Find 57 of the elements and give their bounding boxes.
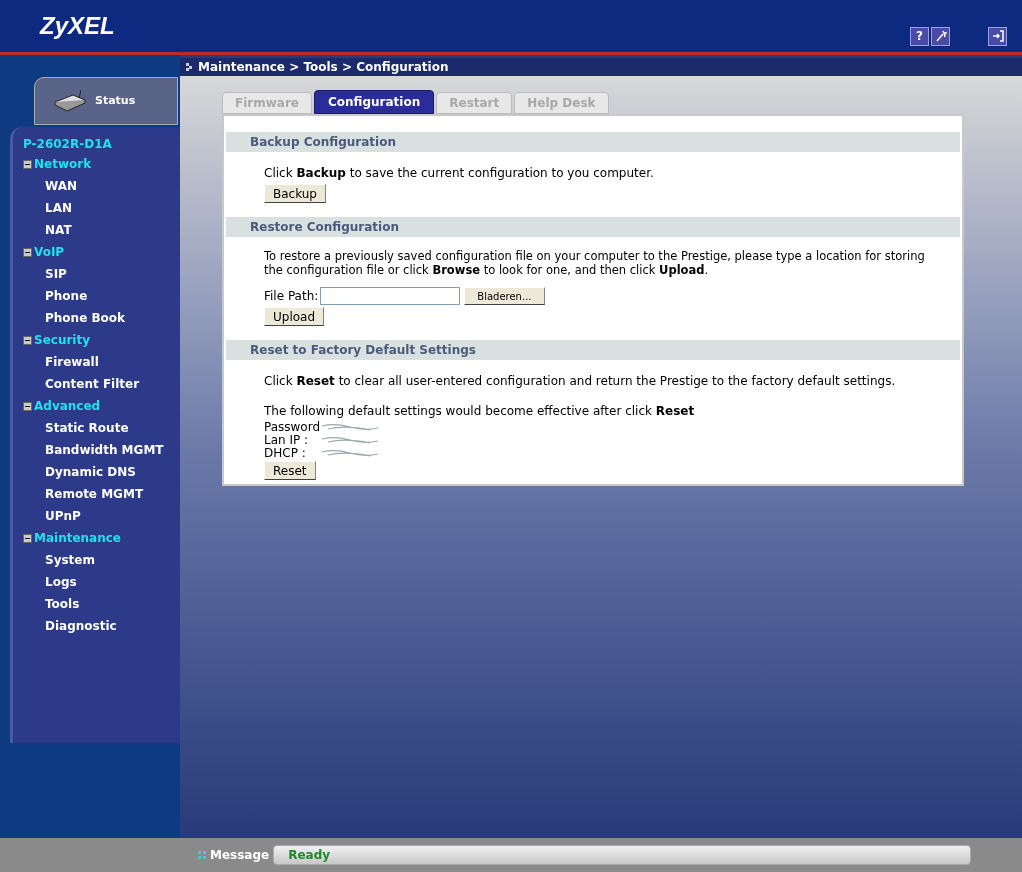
redacted-scribble	[320, 421, 380, 432]
redacted-scribble	[320, 447, 380, 458]
help-icon[interactable]: ?	[910, 26, 929, 46]
dots-icon	[198, 851, 206, 859]
status-label: Status	[95, 92, 136, 109]
nav-item[interactable]: Phone Book	[45, 309, 126, 327]
nav-item[interactable]: WAN	[45, 177, 78, 195]
nav-item[interactable]: Firewall	[45, 353, 99, 371]
file-path-label: File Path:	[264, 288, 319, 305]
nav-group[interactable]: Advanced	[34, 397, 101, 415]
nav-item[interactable]: NAT	[45, 221, 72, 239]
nav-item[interactable]: System	[45, 551, 95, 569]
tab[interactable]: Configuration	[314, 90, 435, 114]
upload-button[interactable]: Upload	[264, 307, 325, 326]
reset-description: Click Reset to clear all user-entered configuration and return the Prestige to the factory default settings.	[264, 373, 896, 390]
nav-item[interactable]: Dynamic DNS	[45, 463, 136, 481]
device-name: P-2602R-D1A	[23, 136, 113, 153]
backup-description: Click Backup to save the current configuration to you computer.	[264, 165, 654, 182]
nav-group[interactable]: VoIP	[34, 243, 65, 261]
nav-group[interactable]: Network	[34, 155, 92, 173]
minus-icon[interactable]	[23, 159, 32, 169]
nav-item[interactable]: LAN	[45, 199, 72, 217]
nav-group[interactable]: Security	[34, 331, 91, 349]
nav-item[interactable]: Remote MGMT	[45, 485, 144, 503]
nav-item[interactable]: Content Filter	[45, 375, 140, 393]
message-label: Message	[210, 847, 270, 864]
breadcrumb: Maintenance > Tools > Configuration	[198, 59, 449, 76]
nav-item[interactable]: Phone	[45, 287, 88, 305]
nav-item[interactable]: UPnP	[45, 507, 81, 525]
minus-icon[interactable]	[23, 247, 32, 257]
redacted-scribble	[320, 434, 380, 445]
section-title: Reset to Factory Default Settings	[226, 340, 960, 360]
browse-button[interactable]: Bladeren...	[464, 287, 545, 305]
logo: ZyXEL	[40, 11, 115, 41]
status-tab[interactable]: Status	[34, 77, 178, 125]
wizard-icon[interactable]	[931, 26, 950, 46]
section-title: Restore Configuration	[226, 217, 960, 237]
minus-icon[interactable]	[23, 533, 32, 543]
nav-group[interactable]: Maintenance	[34, 529, 121, 547]
router-icon	[53, 90, 87, 112]
nav-item[interactable]: SIP	[45, 265, 67, 283]
logout-icon[interactable]	[988, 26, 1007, 46]
message-field: Ready	[273, 845, 972, 865]
nav-item[interactable]: Tools	[45, 595, 80, 613]
backup-button[interactable]: Backup	[264, 184, 326, 203]
nav-item[interactable]: Logs	[45, 573, 77, 591]
reset-button[interactable]: Reset	[264, 461, 316, 480]
bullet-icon	[186, 63, 192, 71]
minus-icon[interactable]	[23, 401, 32, 411]
nav-item[interactable]: Bandwidth MGMT	[45, 441, 164, 459]
nav-item[interactable]: Static Route	[45, 419, 129, 437]
file-path-field[interactable]	[320, 287, 461, 305]
minus-icon[interactable]	[23, 335, 32, 345]
section-title: Backup Configuration	[226, 132, 960, 152]
restore-description: To restore a previously saved configuration file on your computer to the Prestige, please type a location for storing the configuration file or click Browse to look for one, and then click Upload.	[264, 249, 926, 277]
nav-item[interactable]: Diagnostic	[45, 617, 117, 635]
defaults-description: The following default settings would become effective after click Reset	[264, 403, 695, 420]
